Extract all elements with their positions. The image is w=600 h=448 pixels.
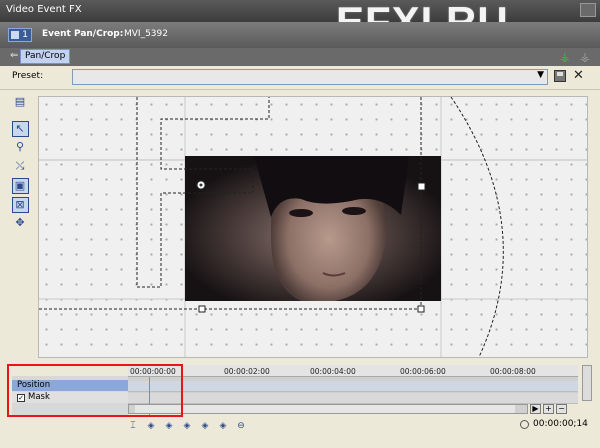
vertical-scrollbar[interactable] — [582, 365, 592, 401]
video-frame — [185, 156, 441, 301]
toolbar-separator — [12, 114, 29, 118]
clip-name: MVI_5392 — [124, 29, 168, 39]
title-bar: Video Event FX EFXI.RU — [0, 0, 600, 45]
main-area: ▤ ↖ ⚲ ⤯ ▣ ⊠ ✥ — [0, 91, 600, 363]
tab-scroll-left-icon[interactable]: ⇐ — [10, 50, 18, 61]
cursor-time-display: 00:00:00;14 — [520, 419, 588, 429]
add-keyframe-icon[interactable]: ◈ — [182, 421, 192, 431]
current-time: 00:00:00;14 — [533, 419, 588, 429]
remove-plugin-icon[interactable]: ⚶ — [580, 50, 590, 64]
keyframe-area: 00:00:00:00 00:00:02:00 00:00:04:00 00:0… — [0, 363, 600, 448]
track-position[interactable]: Position — [12, 380, 128, 391]
plugin-tab-row: ⇐ Pan/Crop ⚶ ⚶ — [0, 48, 600, 66]
keyframe-controls: ⌶ ◈ ◈ ◈ ◈ ◈ ⊖ — [128, 419, 246, 433]
chevron-down-icon: ▼ — [537, 70, 544, 80]
preset-dropdown[interactable]: ▼ — [72, 69, 548, 85]
timeline-ruler[interactable]: 00:00:00:00 00:00:02:00 00:00:04:00 00:0… — [128, 365, 578, 377]
properties-icon[interactable]: ▤ — [12, 95, 29, 111]
timeline-zoom-buttons: ▶ + − — [530, 404, 567, 414]
preset-label: Preset: — [12, 71, 44, 81]
close-button[interactable] — [580, 3, 596, 17]
add-plugin-icon[interactable]: ⚶ — [560, 50, 570, 64]
keyframe-lane-position[interactable] — [128, 381, 578, 392]
event-label: Event Pan/Crop: — [42, 29, 124, 39]
scrollbar-thumb[interactable] — [135, 405, 515, 413]
clock-icon — [520, 419, 529, 429]
track-list: Position ✓ Mask — [12, 376, 128, 416]
tab-row-icons: ⚶ ⚶ — [560, 50, 590, 64]
tab-pan-crop[interactable]: Pan/Crop — [20, 49, 71, 64]
delete-keyframe-icon[interactable]: ⊖ — [236, 421, 246, 431]
ruler-tick: 00:00:04:00 — [310, 367, 356, 376]
pan-crop-canvas[interactable] — [38, 96, 588, 358]
scroll-right-icon[interactable]: ▶ — [530, 404, 541, 414]
track-mask-label: Mask — [28, 392, 50, 402]
enable-snapping-icon[interactable]: ▣ — [11, 178, 29, 194]
mask-enable-checkbox[interactable]: ✓ — [17, 393, 25, 402]
ruler-tick: 00:00:00:00 — [130, 367, 176, 376]
fx-chain-icon — [11, 31, 19, 39]
canvas-overlay — [39, 97, 587, 357]
preset-row: Preset: ▼ ✕ — [0, 66, 600, 90]
fx-chain-button[interactable]: 1 — [8, 28, 32, 42]
event-header: 1 Event Pan/Crop: MVI_5392 — [0, 22, 600, 48]
ruler-tick: 00:00:02:00 — [224, 367, 270, 376]
rotation-arc[interactable] — [450, 97, 504, 357]
tool-palette: ▤ ↖ ⚲ ⤯ ▣ ⊠ ✥ — [10, 95, 30, 232]
zoom-in-icon[interactable]: + — [543, 404, 554, 414]
prev-keyframe-icon[interactable]: ◈ — [164, 421, 174, 431]
keyframe-lane-mask[interactable] — [128, 393, 578, 404]
window-controls — [580, 3, 596, 17]
horizontal-scrollbar[interactable] — [128, 404, 528, 414]
move-freely-icon[interactable]: ✥ — [12, 216, 29, 232]
last-keyframe-icon[interactable]: ◈ — [218, 421, 228, 431]
fx-count: 1 — [22, 30, 28, 40]
window-title: Video Event FX — [6, 4, 82, 15]
first-keyframe-icon[interactable]: ◈ — [146, 421, 156, 431]
keyframe-timeline[interactable] — [128, 377, 578, 415]
track-position-label: Position — [17, 380, 51, 390]
lock-aspect-icon[interactable]: ⊠ — [11, 197, 29, 213]
zoom-out-icon[interactable]: − — [556, 404, 567, 414]
sync-cursor-icon[interactable]: ⌶ — [128, 421, 138, 431]
normal-edit-tool-icon[interactable]: ↖ — [11, 121, 29, 137]
ruler-tick: 00:00:08:00 — [490, 367, 536, 376]
anchor-center — [199, 183, 203, 187]
track-mask[interactable]: ✓ Mask — [12, 392, 128, 403]
save-preset-icon[interactable] — [554, 70, 566, 82]
anchor-creation-icon[interactable]: ⤯ — [12, 159, 29, 175]
ruler-tick: 00:00:06:00 — [400, 367, 446, 376]
delete-preset-icon[interactable]: ✕ — [573, 68, 584, 83]
zoom-tool-icon[interactable]: ⚲ — [12, 140, 29, 156]
next-keyframe-icon[interactable]: ◈ — [200, 421, 210, 431]
